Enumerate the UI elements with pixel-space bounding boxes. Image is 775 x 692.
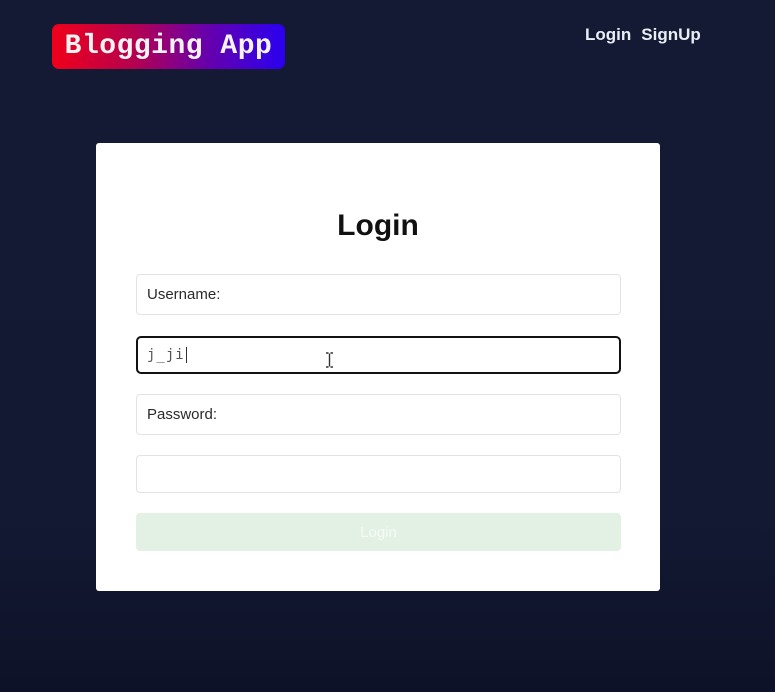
username-value: j_ji [147, 347, 185, 363]
password-label: Password: [147, 406, 218, 423]
username-input[interactable]: j_ji [136, 336, 621, 374]
text-cursor-icon [326, 352, 333, 368]
password-label-box: Password: [136, 394, 621, 435]
text-caret [185, 347, 187, 363]
brand-logo[interactable]: Blogging App [52, 24, 285, 69]
password-input[interactable] [136, 455, 621, 493]
username-label: Username: [147, 286, 221, 303]
username-label-box: Username: [136, 274, 621, 315]
page-title: Login [337, 209, 419, 242]
login-submit-button[interactable]: Login [136, 513, 621, 551]
nav-login-link[interactable]: Login [585, 24, 631, 46]
top-nav: Login SignUp [585, 24, 701, 46]
brand-title: Blogging App [64, 31, 273, 62]
nav-signup-link[interactable]: SignUp [641, 24, 701, 46]
login-card: Login Username: j_ji Password: Login [96, 143, 660, 591]
